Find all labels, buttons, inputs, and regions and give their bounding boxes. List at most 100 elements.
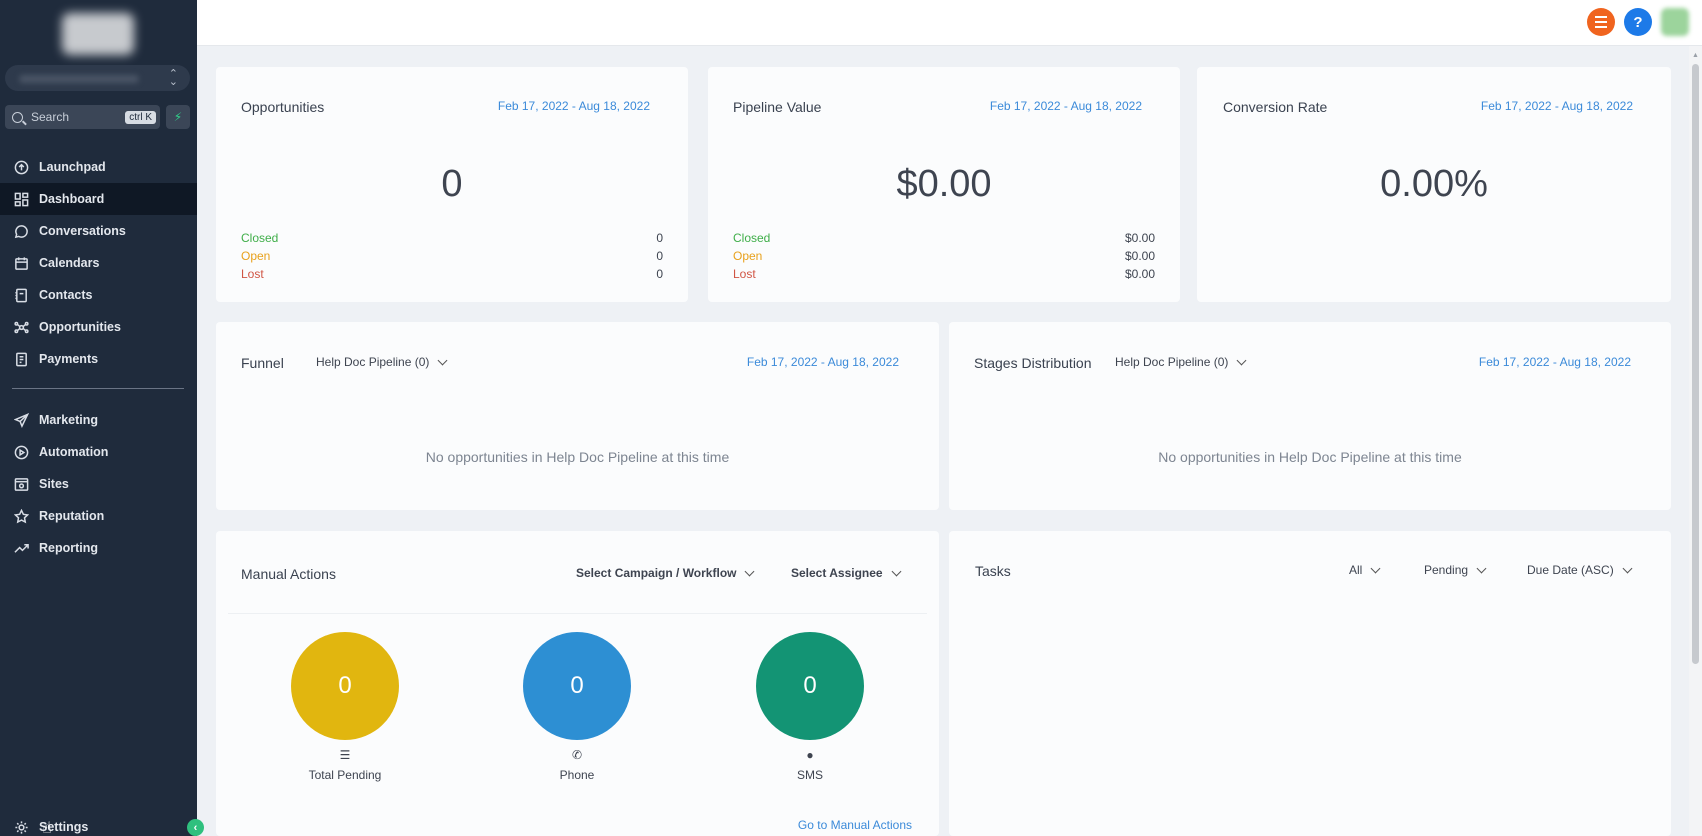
sidebar-item-conversations[interactable]: Conversations: [0, 215, 197, 247]
chevron-down-icon: [1370, 563, 1381, 573]
sms-circle[interactable]: 0: [756, 632, 864, 740]
tasks-sort-select[interactable]: Due Date (ASC): [1527, 563, 1633, 577]
date-range-link[interactable]: Feb 17, 2022 - Aug 18, 2022: [747, 355, 899, 369]
opportunities-icon: [13, 319, 29, 335]
sms-label: SMS: [796, 768, 823, 782]
search-input[interactable]: Search ctrl K: [5, 105, 160, 129]
sidebar-item-label: Launchpad: [39, 160, 106, 174]
card-title: Stages Distribution: [974, 355, 1092, 371]
tasks-card: Tasks All Pending Due Date (ASC): [949, 531, 1671, 836]
sidebar-item-contacts[interactable]: Contacts: [0, 279, 197, 311]
stages-distribution-card: Stages Distribution Help Doc Pipeline (0…: [949, 322, 1671, 510]
checklist-icon: ☰: [339, 748, 351, 762]
gear-icon: [13, 819, 29, 835]
sidebar-item-automation[interactable]: Automation: [0, 436, 197, 468]
chevron-down-icon: [745, 566, 755, 576]
sidebar-item-label: Reputation: [39, 509, 105, 523]
date-range-link[interactable]: Feb 17, 2022 - Aug 18, 2022: [990, 99, 1142, 113]
tasks-filter-all[interactable]: All: [1349, 563, 1381, 577]
assignee-select-value: Select Assignee: [791, 566, 883, 580]
chat-icon: [13, 223, 29, 239]
stat-value: $0.00: [1124, 267, 1155, 281]
conversion-rate-card: Conversion Rate Feb 17, 2022 - Aug 18, 2…: [1197, 67, 1671, 302]
avatar[interactable]: [1661, 8, 1689, 36]
pipeline-select-value: Help Doc Pipeline (0): [1115, 355, 1229, 369]
tasks-filter-status[interactable]: Pending: [1424, 563, 1487, 577]
sidebar-item-launchpad[interactable]: Launchpad: [0, 151, 197, 183]
sidebar-item-opportunities[interactable]: Opportunities: [0, 311, 197, 343]
calendar-icon: [13, 255, 29, 271]
payments-icon: [13, 351, 29, 367]
sidebar-item-settings[interactable]: Settings: [0, 811, 197, 836]
card-title: Opportunities: [241, 99, 325, 115]
trend-icon: [13, 540, 29, 556]
account-switcher[interactable]: ⌃ ⌄: [5, 65, 190, 91]
manual-actions-card: Manual Actions Select Campaign / Workflo…: [216, 531, 939, 836]
pipeline-value-card: Pipeline Value Feb 17, 2022 - Aug 18, 20…: [708, 67, 1180, 302]
pipeline-select[interactable]: Help Doc Pipeline (0): [316, 355, 448, 369]
card-title: Manual Actions: [241, 566, 336, 582]
chevron-left-icon: ‹: [193, 821, 198, 834]
stat-value: 0: [656, 249, 663, 263]
stat-label: Closed: [733, 231, 771, 245]
page-scrollbar[interactable]: ▲: [1689, 46, 1702, 836]
sidebar-item-marketing[interactable]: Marketing: [0, 404, 197, 436]
sidebar-item-label: Automation: [39, 445, 109, 459]
nav-secondary: Marketing Automation Sites Reputation Re…: [0, 404, 197, 564]
stat-row-lost: Lost 0: [241, 267, 663, 285]
sidebar-item-sites[interactable]: Sites: [0, 468, 197, 500]
sidebar-item-payments[interactable]: Payments: [0, 343, 197, 375]
nav-footer: Settings: [0, 811, 197, 836]
total-pending-circle[interactable]: 0: [291, 632, 399, 740]
updown-chevron-icon: ⌃ ⌄: [168, 68, 178, 88]
stat-row-closed: Closed $0.00: [733, 231, 1155, 249]
chevron-down-icon: [891, 566, 902, 576]
scroll-up-arrow-icon[interactable]: ▲: [1692, 52, 1699, 59]
sidebar: ⌃ ⌄ Search ctrl K ⚡ Launchpad Dashboard C…: [0, 0, 197, 836]
sidebar-item-label: Opportunities: [39, 320, 121, 334]
stat-value: 0: [656, 267, 663, 281]
stat-label: Lost: [733, 267, 756, 281]
stat-label: Lost: [241, 267, 264, 281]
company-logo[interactable]: [62, 13, 134, 55]
sidebar-item-reputation[interactable]: Reputation: [0, 500, 197, 532]
phone-circle[interactable]: 0: [523, 632, 631, 740]
card-title: Funnel: [241, 355, 284, 371]
automation-icon: [13, 444, 29, 460]
help-button[interactable]: ?: [1624, 8, 1652, 36]
collapse-sidebar-button[interactable]: ‹: [187, 819, 204, 836]
nav-primary: Launchpad Dashboard Conversations Calend…: [0, 151, 197, 375]
sidebar-item-reporting[interactable]: Reporting: [0, 532, 197, 564]
quick-action-button[interactable]: ⚡: [166, 105, 190, 129]
contacts-icon: [13, 287, 29, 303]
date-range-link[interactable]: Feb 17, 2022 - Aug 18, 2022: [1479, 355, 1631, 369]
sidebar-divider: [12, 388, 184, 389]
stat-label: Closed: [241, 231, 279, 245]
stat-row-lost: Lost $0.00: [733, 267, 1155, 285]
date-range-link[interactable]: Feb 17, 2022 - Aug 18, 2022: [1481, 99, 1633, 113]
tasks-list-button[interactable]: [1587, 8, 1615, 36]
sidebar-item-label: Sites: [39, 477, 69, 491]
sidebar-item-label: Conversations: [39, 224, 126, 238]
star-icon: [13, 508, 29, 524]
chevron-down-icon: [1236, 355, 1247, 365]
account-name-blurred: [19, 75, 139, 83]
assignee-select[interactable]: Select Assignee: [791, 566, 902, 580]
date-range-link[interactable]: Feb 17, 2022 - Aug 18, 2022: [498, 99, 650, 113]
sort-value: Due Date (ASC): [1527, 563, 1614, 577]
conversion-rate-value: 0.00%: [1380, 163, 1488, 205]
stat-value: $0.00: [1124, 231, 1155, 245]
chevron-down-icon: [1622, 563, 1633, 573]
sidebar-item-label: Payments: [39, 352, 99, 366]
go-to-manual-actions-link[interactable]: Go to Manual Actions: [798, 818, 912, 832]
opportunities-card: Opportunities Feb 17, 2022 - Aug 18, 202…: [216, 67, 688, 302]
pipeline-select[interactable]: Help Doc Pipeline (0): [1115, 355, 1247, 369]
scroll-thumb[interactable]: [1692, 64, 1699, 664]
send-icon: [13, 412, 29, 428]
bolt-icon: ⚡: [173, 110, 183, 124]
campaign-select-value: Select Campaign / Workflow: [576, 566, 737, 580]
campaign-workflow-select[interactable]: Select Campaign / Workflow: [576, 566, 755, 580]
sidebar-item-calendars[interactable]: Calendars: [0, 247, 197, 279]
sidebar-item-dashboard[interactable]: Dashboard: [0, 183, 197, 215]
sidebar-item-label: Dashboard: [39, 192, 105, 206]
